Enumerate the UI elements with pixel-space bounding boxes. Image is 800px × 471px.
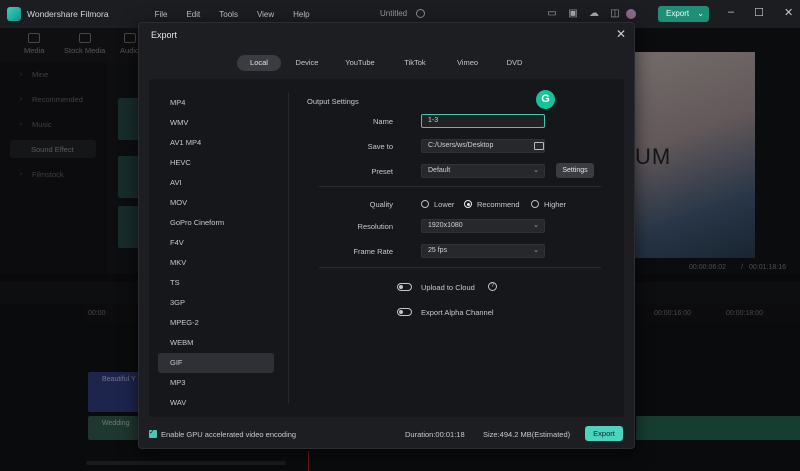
radio-recommend[interactable]: [464, 200, 472, 208]
resolution-label: Resolution: [357, 222, 393, 231]
format-item[interactable]: HEVC: [158, 153, 274, 173]
window-controls: – ☐ ✕: [728, 6, 793, 19]
alpha-channel-toggle[interactable]: [397, 308, 412, 316]
menu-edit[interactable]: Edit: [186, 10, 200, 19]
format-item[interactable]: WMV: [158, 113, 274, 133]
app-window: Wondershare Filmora File Edit Tools View…: [0, 0, 800, 471]
menu-bar: File Edit Tools View Help: [155, 10, 310, 19]
tab-device[interactable]: Device: [281, 55, 333, 71]
cloud-icon[interactable]: ☁: [588, 8, 600, 20]
clock-icon: [416, 9, 425, 18]
frame-rate-label: Frame Rate: [353, 247, 393, 256]
app-name: Wondershare Filmora: [27, 9, 109, 19]
format-item[interactable]: TS: [158, 273, 274, 293]
close-window-icon[interactable]: ✕: [784, 6, 793, 19]
preset-select[interactable]: Default ⌄: [421, 164, 545, 178]
frame-rate-value: 25 fps: [428, 247, 448, 254]
dialog-body: MP4 WMV AV1 MP4 HEVC AVI MOV GoPro Cinef…: [149, 79, 624, 417]
dialog-title: Export: [151, 30, 178, 40]
export-button[interactable]: Export: [585, 426, 623, 441]
format-item[interactable]: MOV: [158, 193, 274, 213]
chevron-down-icon: ⌄: [533, 167, 539, 174]
radio-higher-label: Higher: [544, 200, 567, 209]
preset-value: Default: [428, 167, 451, 174]
export-top-button[interactable]: Export ⌄: [658, 6, 709, 22]
grammarly-icon[interactable]: G: [536, 90, 555, 109]
format-item[interactable]: 3GP: [158, 293, 274, 313]
tab-dvd[interactable]: DVD: [492, 55, 537, 71]
chevron-down-icon: ⌄: [533, 222, 539, 229]
radio-lower-label: Lower: [434, 200, 455, 209]
avatar[interactable]: [626, 9, 636, 19]
menu-help[interactable]: Help: [293, 10, 309, 19]
tab-local[interactable]: Local: [237, 55, 281, 71]
maximize-icon[interactable]: ☐: [754, 6, 764, 19]
format-item-selected[interactable]: GIF: [158, 353, 274, 373]
section-title: Output Settings: [307, 97, 359, 106]
resolution-select[interactable]: 1920x1080 ⌄: [421, 219, 545, 233]
format-item[interactable]: MP3: [158, 373, 274, 393]
format-item[interactable]: WAV: [158, 393, 274, 413]
format-item[interactable]: F4V: [158, 233, 274, 253]
menu-file[interactable]: File: [155, 10, 168, 19]
format-item[interactable]: MP4: [158, 93, 274, 113]
gpu-checkbox[interactable]: [149, 428, 157, 438]
preset-label: Preset: [371, 167, 393, 176]
export-tabs: Local Device YouTube TikTok Vimeo DVD: [237, 55, 537, 71]
export-top-label: Export: [666, 9, 690, 18]
quality-label: Quality: [369, 200, 393, 209]
name-field[interactable]: 1-3: [421, 114, 545, 128]
upload-cloud-label: Upload to Cloud: [421, 283, 475, 292]
format-item[interactable]: MKV: [158, 253, 274, 273]
save-icon[interactable]: ▣: [567, 8, 579, 20]
format-item[interactable]: AVI: [158, 173, 274, 193]
titlebar-icons: ▭ ▣ ☁ ◫: [546, 8, 621, 20]
tab-vimeo[interactable]: Vimeo: [443, 55, 492, 71]
menu-view[interactable]: View: [257, 10, 274, 19]
save-to-field[interactable]: C:/Users/ws/Desktop: [421, 139, 545, 153]
upload-cloud-toggle[interactable]: [397, 283, 412, 291]
radio-recommend-label: Recommend: [477, 200, 520, 209]
name-label: Name: [372, 117, 393, 126]
document-title: Untitled: [380, 9, 408, 18]
help-icon[interactable]: ?: [488, 282, 497, 291]
radio-lower[interactable]: [421, 200, 429, 208]
duration-text: Duration:00:01:18: [405, 430, 465, 439]
close-icon[interactable]: ✕: [616, 27, 626, 41]
frame-rate-select[interactable]: 25 fps ⌄: [421, 244, 545, 258]
divider: [319, 186, 601, 187]
format-list: MP4 WMV AV1 MP4 HEVC AVI MOV GoPro Cinef…: [158, 93, 274, 413]
resolution-value: 1920x1080: [428, 222, 463, 229]
format-item[interactable]: MPEG-2: [158, 313, 274, 333]
monitor-icon[interactable]: ▭: [546, 8, 558, 20]
save-to-label: Save to: [367, 142, 393, 151]
minimize-icon[interactable]: –: [728, 6, 734, 19]
divider: [319, 267, 601, 268]
menu-tools[interactable]: Tools: [219, 10, 238, 19]
export-dialog: Export ✕ Local Device YouTube TikTok Vim…: [138, 22, 635, 449]
format-item[interactable]: GoPro Cineform: [158, 213, 274, 233]
filmora-logo-icon: [7, 7, 21, 21]
alpha-channel-label: Export Alpha Channel: [421, 308, 494, 317]
tab-youtube[interactable]: YouTube: [333, 55, 387, 71]
output-settings: Output Settings Name 1-3 Save to C:/User…: [307, 97, 607, 397]
size-text: Size:494.2 MB(Estimated): [483, 430, 571, 439]
gpu-label: Enable GPU accelerated video encoding: [161, 430, 297, 439]
chevron-down-icon: ⌄: [697, 9, 704, 18]
chevron-down-icon: ⌄: [533, 247, 539, 254]
tab-tiktok[interactable]: TikTok: [387, 55, 443, 71]
radio-higher[interactable]: [531, 200, 539, 208]
format-item[interactable]: WEBM: [158, 333, 274, 353]
divider: [288, 93, 289, 403]
gift-icon[interactable]: ◫: [609, 8, 621, 20]
settings-button[interactable]: Settings: [556, 163, 594, 178]
folder-icon[interactable]: [534, 142, 544, 150]
format-item[interactable]: AV1 MP4: [158, 133, 274, 153]
